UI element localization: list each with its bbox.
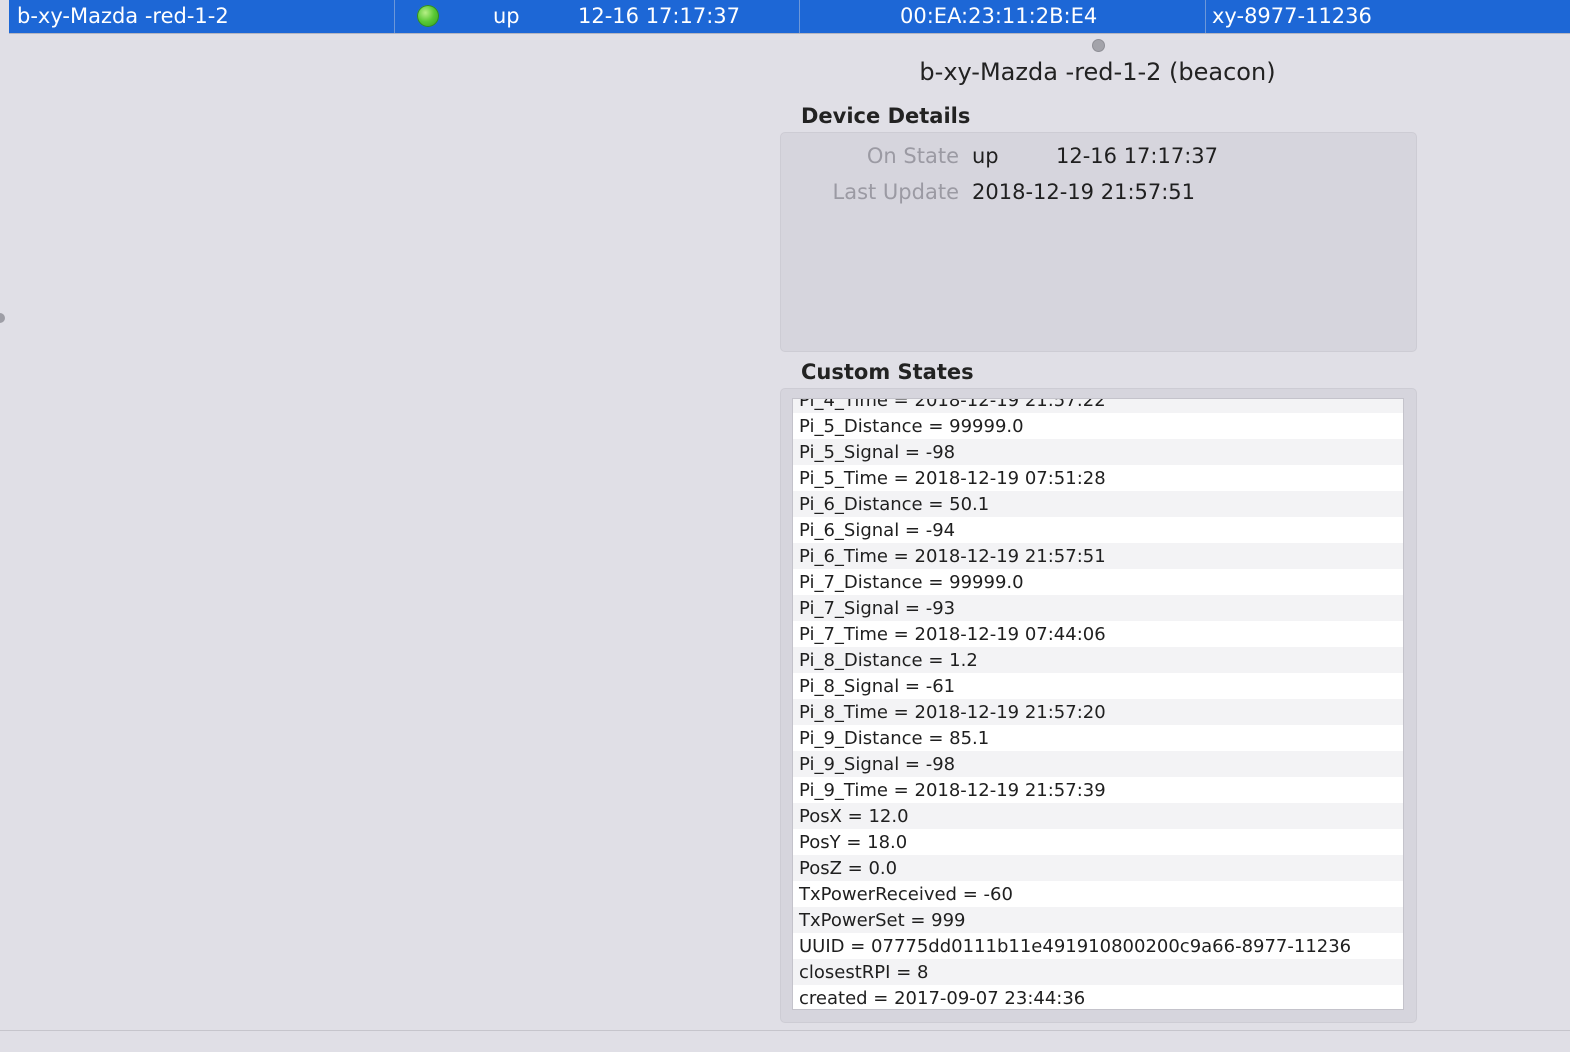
- custom-states-list-items: Pi_4_Time = 2018-12-19 21:57:22 Pi_5_Dist…: [793, 399, 1403, 1009]
- column-divider: [1205, 0, 1206, 33]
- sidebar-resize-handle[interactable]: [0, 313, 5, 323]
- list-item[interactable]: created = 2017-09-07 23:44:36: [793, 985, 1403, 1009]
- list-item[interactable]: TxPowerReceived = -60: [793, 881, 1403, 907]
- list-item[interactable]: PosZ = 0.0: [793, 855, 1403, 881]
- list-item[interactable]: closestRPI = 8: [793, 959, 1403, 985]
- on-state-row: On State up 12-16 17:17:37: [781, 144, 1401, 172]
- device-details-heading: Device Details: [801, 104, 971, 128]
- list-item[interactable]: TxPowerSet = 999: [793, 907, 1403, 933]
- device-title: b-xy-Mazda -red-1-2 (beacon): [919, 58, 1276, 86]
- column-divider: [394, 0, 395, 33]
- custom-states-list[interactable]: Pi_4_Time = 2018-12-19 21:57:22 Pi_5_Dist…: [792, 398, 1404, 1010]
- list-item[interactable]: Pi_8_Time = 2018-12-19 21:57:20: [793, 699, 1403, 725]
- list-item[interactable]: Pi_5_Distance = 99999.0: [793, 413, 1403, 439]
- list-item[interactable]: Pi_6_Time = 2018-12-19 21:57:51: [793, 543, 1403, 569]
- list-item[interactable]: Pi_9_Time = 2018-12-19 21:57:39: [793, 777, 1403, 803]
- last-update-value: 2018-12-19 21:57:51: [972, 180, 1196, 204]
- device-address-cell: 00:EA:23:11:2B:E4: [900, 4, 1098, 28]
- on-state-value: up: [972, 144, 999, 168]
- list-item[interactable]: PosY = 18.0: [793, 829, 1403, 855]
- list-item[interactable]: Pi_6_Distance = 50.1: [793, 491, 1403, 517]
- split-view-handle[interactable]: [1092, 39, 1105, 52]
- list-item[interactable]: Pi_9_Signal = -98: [793, 751, 1403, 777]
- list-item[interactable]: Pi_9_Distance = 85.1: [793, 725, 1403, 751]
- list-item[interactable]: Pi_4_Time = 2018-12-19 21:57:22: [793, 399, 1403, 413]
- list-item[interactable]: Pi_5_Time = 2018-12-19 07:51:28: [793, 465, 1403, 491]
- list-item[interactable]: PosX = 12.0: [793, 803, 1403, 829]
- last-update-label: Last Update: [832, 180, 959, 204]
- list-item[interactable]: Pi_6_Signal = -94: [793, 517, 1403, 543]
- bottom-divider: [0, 1030, 1570, 1031]
- device-state-time-cell: 12-16 17:17:37: [578, 4, 741, 28]
- last-update-row: Last Update 2018-12-19 21:57:51: [781, 180, 1401, 208]
- list-item[interactable]: Pi_7_Signal = -93: [793, 595, 1403, 621]
- device-id-cell: xy-8977-11236: [1212, 4, 1372, 28]
- list-item[interactable]: Pi_5_Signal = -98: [793, 439, 1403, 465]
- list-item[interactable]: Pi_7_Distance = 99999.0: [793, 569, 1403, 595]
- device-details-panel: On State up 12-16 17:17:37 Last Update 2…: [780, 132, 1417, 352]
- on-state-label: On State: [866, 144, 959, 168]
- custom-states-heading: Custom States: [801, 360, 974, 384]
- list-item[interactable]: UUID = 07775dd0111b11e491910800200c9a66-…: [793, 933, 1403, 959]
- status-green-dot-icon: [417, 5, 439, 27]
- on-state-time: 12-16 17:17:37: [1056, 144, 1219, 168]
- list-item[interactable]: Pi_8_Signal = -61: [793, 673, 1403, 699]
- list-item[interactable]: Pi_7_Time = 2018-12-19 07:44:06: [793, 621, 1403, 647]
- device-row-selected[interactable]: b-xy-Mazda -red-1-2 up 12-16 17:17:37 00…: [9, 0, 1570, 34]
- column-divider: [799, 0, 800, 33]
- device-name-cell: b-xy-Mazda -red-1-2: [17, 4, 229, 28]
- device-state-cell: up: [493, 4, 520, 28]
- list-item[interactable]: Pi_8_Distance = 1.2: [793, 647, 1403, 673]
